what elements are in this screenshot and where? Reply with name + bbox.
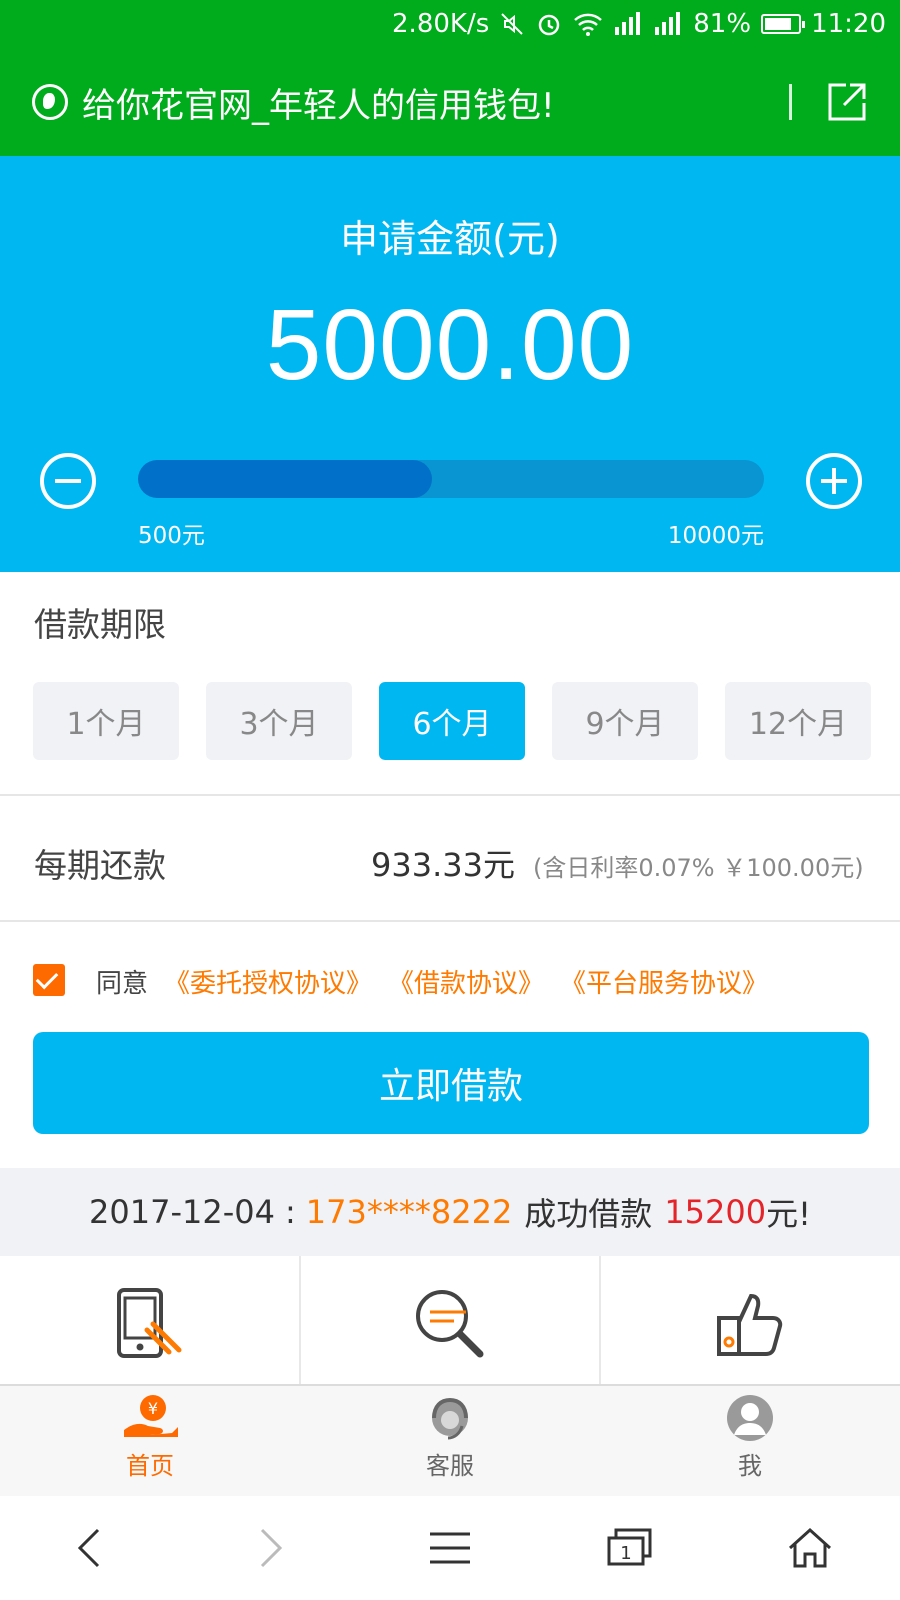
loan-term-label: 借款期限	[34, 605, 166, 644]
repayment-value: 933.33元	[371, 846, 515, 884]
amount-slider-fill	[138, 460, 433, 498]
mute-icon	[499, 11, 525, 37]
home-button[interactable]	[720, 1526, 900, 1570]
amount-panel: 申请金额(元) 5000.00 500元 10000元	[0, 156, 900, 572]
repayment-panel: 每期还款 933.33元 (含日利率0.07% ￥100.00元)	[0, 796, 900, 922]
user-icon	[727, 1395, 773, 1441]
divider	[789, 84, 792, 120]
term-options: 1个月 3个月 6个月 9个月 12个月	[33, 682, 871, 760]
forward-button[interactable]	[180, 1526, 360, 1570]
ticker-phone: 173****8222	[305, 1193, 513, 1231]
agree-prefix: 同意	[96, 969, 149, 999]
tab-me[interactable]: 我	[600, 1386, 900, 1496]
tab-customer-service[interactable]: 客服	[300, 1386, 600, 1496]
home-icon	[788, 1527, 832, 1568]
thumbs-up-icon	[716, 1293, 782, 1356]
ticker-separator: :	[285, 1193, 296, 1231]
tab-me-label: 我	[738, 1452, 762, 1480]
page-title: 给你花官网_年轻人的信用钱包!	[82, 85, 555, 126]
agreement-link-authorization[interactable]: 《委托授权协议》	[164, 963, 372, 1000]
borrow-now-button[interactable]: 立即借款	[33, 1032, 869, 1134]
svg-text:¥: ¥	[148, 1399, 158, 1418]
agreement-link-loan[interactable]: 《借款协议》	[388, 963, 544, 1000]
loan-ticker: 2017-12-04 : 173****8222 成功借款 15200 元!	[0, 1168, 900, 1256]
battery-icon	[761, 14, 806, 34]
amount-min-label: 500元	[138, 523, 205, 549]
agreement-text: 同意 《委托授权协议》 《借款协议》 《平台服务协议》	[96, 963, 768, 1000]
feature-good-service[interactable]	[601, 1256, 900, 1384]
decrease-amount-button[interactable]	[40, 453, 96, 509]
term-option[interactable]: 9个月	[552, 682, 698, 760]
ticker-amount: 15200	[664, 1193, 767, 1231]
increase-amount-button[interactable]	[806, 453, 862, 509]
amount-label: 申请金额(元)	[340, 217, 560, 261]
tabs-icon: 1	[607, 1528, 652, 1566]
amount-slider[interactable]	[138, 460, 764, 498]
battery-percent: 81%	[693, 9, 752, 39]
repayment-label: 每期还款	[34, 846, 166, 885]
network-speed: 2.80K/s	[392, 9, 490, 39]
ticker-text: 成功借款	[524, 1195, 653, 1233]
browser-title-bar: 给你花官网_年轻人的信用钱包!	[0, 48, 900, 156]
menu-icon	[430, 1532, 470, 1564]
menu-button[interactable]	[360, 1528, 540, 1568]
amount-max-label: 10000元	[667, 523, 764, 549]
chevron-left-icon	[77, 1528, 100, 1568]
alarm-icon	[535, 10, 563, 38]
chevron-right-icon	[260, 1528, 283, 1568]
repayment-note: (含日利率0.07% ￥100.00元)	[533, 854, 864, 882]
clock: 11:20	[811, 9, 886, 39]
feature-row	[0, 1256, 900, 1384]
tab-bar: ¥ 首页 客服 我	[0, 1384, 900, 1496]
ticker-date: 2017-12-04	[89, 1193, 275, 1231]
customer-service-icon	[432, 1397, 468, 1440]
share-icon[interactable]	[826, 81, 868, 123]
phone-touch-icon	[117, 1288, 182, 1358]
feature-mobile-apply[interactable]	[0, 1256, 301, 1384]
svg-text:1: 1	[620, 1543, 631, 1564]
term-option-selected[interactable]: 6个月	[379, 682, 525, 760]
tab-home[interactable]: ¥ 首页	[0, 1386, 300, 1496]
agreement-panel: 同意 《委托授权协议》 《借款协议》 《平台服务协议》 立即借款	[0, 922, 900, 1168]
status-bar: 2.80K/s 81% 11:20	[0, 0, 900, 48]
magnifier-icon	[416, 1290, 484, 1358]
feature-quick-review[interactable]	[301, 1256, 602, 1384]
agree-checkbox[interactable]	[33, 964, 65, 996]
back-button[interactable]	[0, 1526, 180, 1570]
loan-term-panel: 借款期限 1个月 3个月 6个月 9个月 12个月	[0, 572, 900, 796]
home-yen-icon: ¥	[124, 1395, 178, 1437]
agreement-link-platform[interactable]: 《平台服务协议》	[560, 963, 768, 1000]
term-option[interactable]: 3个月	[206, 682, 352, 760]
signal-icon-2	[653, 11, 683, 37]
term-option[interactable]: 12个月	[725, 682, 871, 760]
amount-value: 5000.00	[265, 289, 635, 401]
tab-customer-service-label: 客服	[426, 1452, 474, 1480]
term-option[interactable]: 1个月	[33, 682, 179, 760]
browser-nav-bar: 1	[0, 1496, 900, 1600]
tab-home-label: 首页	[126, 1452, 174, 1480]
globe-icon	[32, 84, 68, 120]
wifi-icon	[573, 11, 603, 37]
ticker-suffix: 元!	[766, 1195, 811, 1233]
tabs-button[interactable]: 1	[540, 1528, 720, 1568]
signal-icon	[613, 11, 643, 37]
